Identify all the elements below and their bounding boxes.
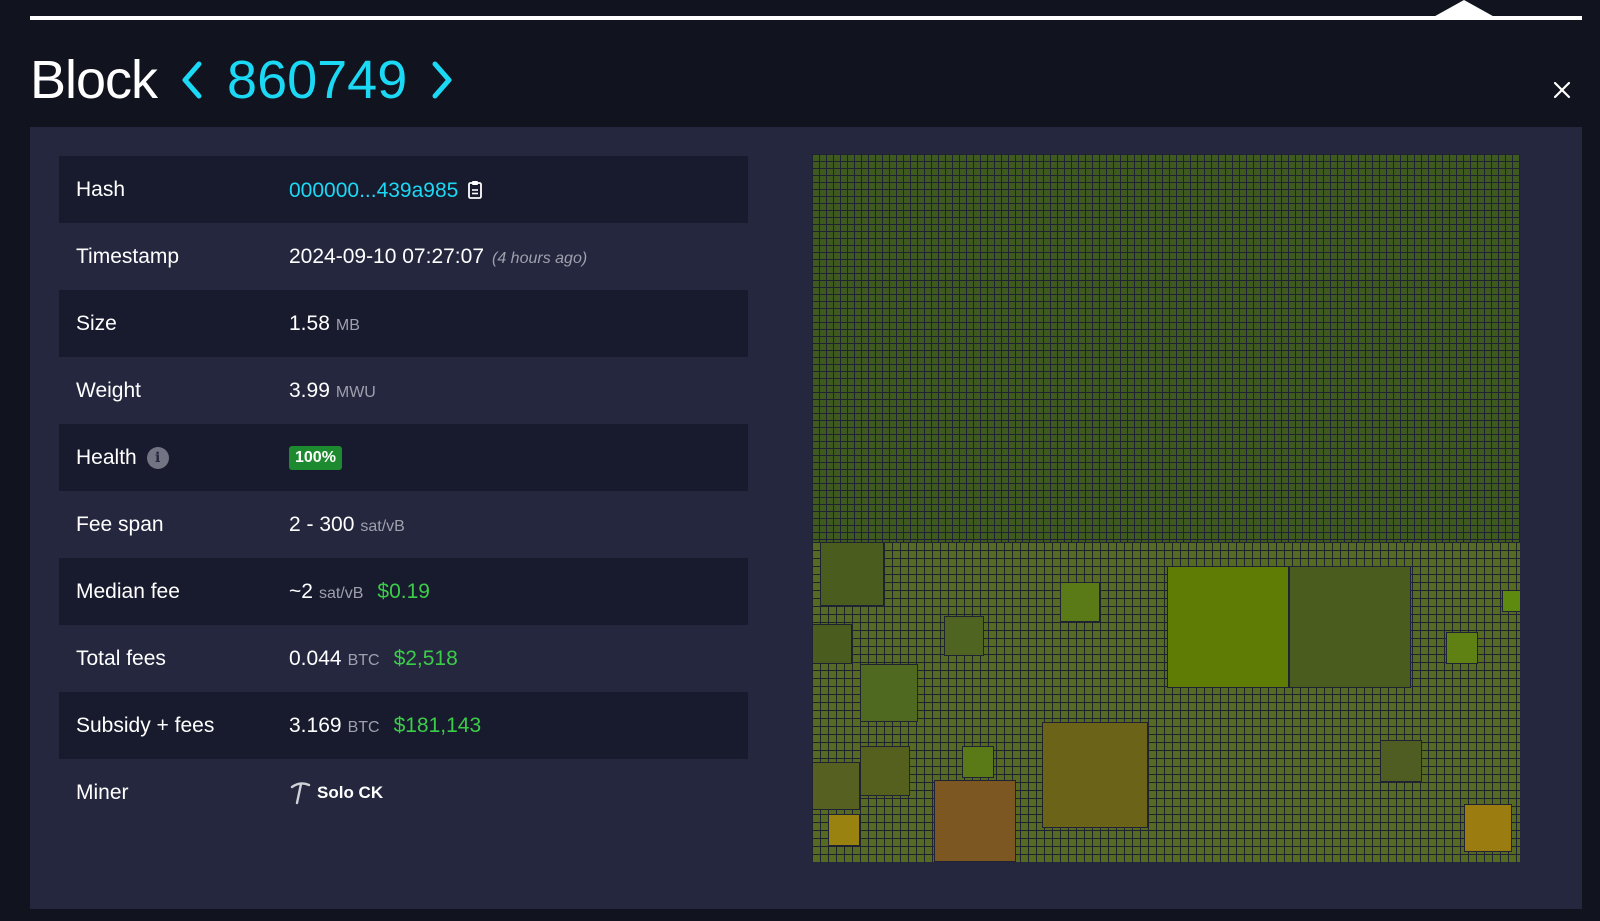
treemap-tx[interactable] bbox=[1446, 632, 1478, 664]
pickaxe-icon bbox=[290, 781, 311, 804]
fee-span-value: 2 - 300 bbox=[289, 512, 355, 536]
treemap-tx[interactable] bbox=[812, 624, 852, 664]
timestamp-row: Timestamp 2024-09-10 07:27:07 (4 hours a… bbox=[59, 223, 748, 290]
median-fee-row: Median fee ~2 sat/vB $0.19 bbox=[59, 558, 748, 625]
total-fees-unit: BTC bbox=[347, 651, 380, 669]
health-row: Health i 100% bbox=[59, 424, 748, 491]
miner-link[interactable]: Solo CK bbox=[289, 781, 383, 805]
treemap-tx[interactable] bbox=[828, 814, 860, 846]
timestamp-label: Timestamp bbox=[76, 244, 180, 268]
close-button[interactable] bbox=[1548, 76, 1576, 104]
active-block-pointer bbox=[1428, 0, 1500, 20]
weight-unit: MWU bbox=[335, 383, 376, 401]
treemap-tx[interactable] bbox=[962, 746, 994, 778]
treemap-small-transactions bbox=[812, 154, 1520, 542]
treemap-tx[interactable] bbox=[1464, 804, 1512, 852]
miner-name: Solo CK bbox=[317, 782, 384, 802]
median-fee-label: Median fee bbox=[76, 579, 180, 603]
median-fee-unit: sat/vB bbox=[318, 584, 364, 602]
hash-row: Hash 000000...439a985 bbox=[59, 156, 748, 223]
block-hash-link[interactable]: 000000...439a985 bbox=[289, 179, 458, 203]
chevron-left-icon bbox=[182, 61, 202, 99]
chevron-right-icon bbox=[432, 61, 452, 99]
previous-block-button[interactable] bbox=[171, 50, 213, 110]
treemap-tx[interactable] bbox=[944, 616, 984, 656]
block-info-table: Hash 000000...439a985 Timestamp 2024-09-… bbox=[59, 156, 748, 826]
treemap-tx[interactable] bbox=[1380, 740, 1422, 782]
top-progress-line bbox=[30, 16, 1582, 20]
fee-span-label: Fee span bbox=[76, 512, 164, 536]
hash-label: Hash bbox=[76, 177, 126, 201]
treemap-larger-transactions bbox=[812, 542, 1520, 862]
treemap-tx[interactable] bbox=[1042, 722, 1148, 828]
treemap-tx[interactable] bbox=[934, 780, 1016, 862]
size-unit: MB bbox=[335, 316, 360, 334]
subsidy-fees-label: Subsidy + fees bbox=[76, 713, 215, 737]
size-row: Size 1.58 MB bbox=[59, 290, 748, 357]
treemap-tx[interactable] bbox=[1167, 566, 1289, 688]
treemap-tx[interactable] bbox=[1060, 582, 1100, 622]
fee-span-row: Fee span 2 - 300 sat/vB bbox=[59, 491, 748, 558]
median-fee-value: ~2 bbox=[289, 579, 313, 603]
subsidy-fees-unit: BTC bbox=[347, 718, 380, 736]
treemap-tx[interactable] bbox=[820, 542, 884, 606]
timestamp-relative: (4 hours ago) bbox=[492, 249, 588, 267]
health-badge: 100% bbox=[289, 445, 342, 470]
subsidy-fees-row: Subsidy + fees 3.169 BTC $181,143 bbox=[59, 692, 748, 759]
clipboard-icon[interactable] bbox=[466, 180, 484, 200]
treemap-tx[interactable] bbox=[860, 746, 910, 796]
weight-row: Weight 3.99 MWU bbox=[59, 357, 748, 424]
block-header: Block 860749 bbox=[30, 44, 463, 116]
total-fees-label: Total fees bbox=[76, 646, 166, 670]
total-fees-row: Total fees 0.044 BTC $2,518 bbox=[59, 625, 748, 692]
next-block-button[interactable] bbox=[421, 50, 463, 110]
block-height: 860749 bbox=[227, 50, 408, 110]
treemap-tx[interactable] bbox=[860, 664, 918, 722]
miner-row: Miner Solo CK bbox=[59, 759, 748, 826]
treemap-tx[interactable] bbox=[1289, 566, 1411, 688]
timestamp-value: 2024-09-10 07:27:07 bbox=[289, 244, 484, 268]
weight-value: 3.99 bbox=[289, 378, 330, 402]
close-icon bbox=[1553, 81, 1571, 99]
total-fees-fiat: $2,518 bbox=[393, 646, 458, 670]
subsidy-fees-fiat: $181,143 bbox=[393, 713, 482, 737]
total-fees-value: 0.044 bbox=[289, 646, 342, 670]
page-title: Block bbox=[30, 50, 158, 110]
block-transactions-treemap[interactable] bbox=[812, 154, 1520, 862]
size-value: 1.58 bbox=[289, 311, 330, 335]
treemap-tx[interactable] bbox=[1502, 590, 1520, 612]
info-icon[interactable]: i bbox=[146, 446, 169, 469]
miner-label: Miner bbox=[76, 780, 129, 804]
fee-span-unit: sat/vB bbox=[360, 517, 405, 535]
weight-label: Weight bbox=[76, 378, 141, 402]
treemap-tx[interactable] bbox=[812, 762, 860, 810]
block-details-panel: Hash 000000...439a985 Timestamp 2024-09-… bbox=[30, 127, 1582, 909]
subsidy-fees-value: 3.169 bbox=[289, 713, 342, 737]
size-label: Size bbox=[76, 311, 117, 335]
health-label: Health bbox=[76, 445, 137, 469]
median-fee-fiat: $0.19 bbox=[377, 579, 430, 603]
